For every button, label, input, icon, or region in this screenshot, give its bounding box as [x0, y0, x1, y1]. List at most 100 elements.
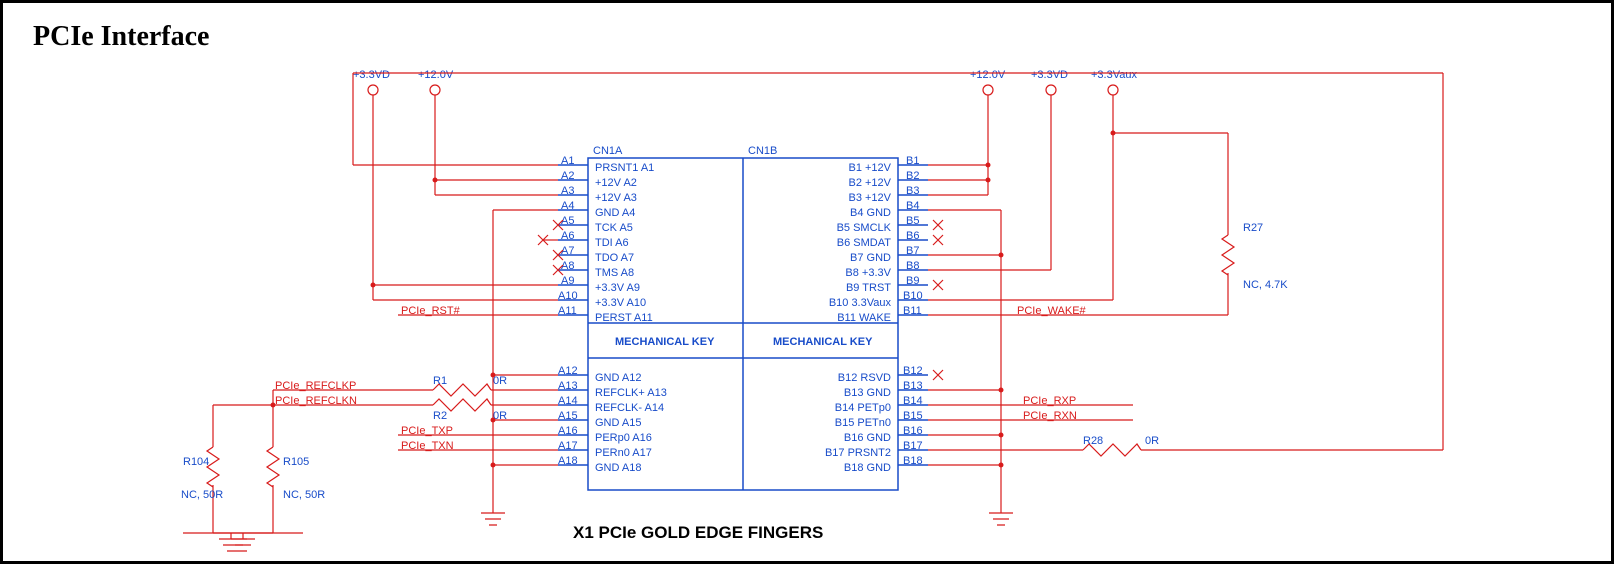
rail-v33dr: +3.3VD — [1031, 69, 1068, 81]
svg-text:A9: A9 — [561, 275, 574, 287]
svg-text:+12V A2: +12V A2 — [595, 177, 637, 189]
svg-text:0R: 0R — [1145, 435, 1159, 447]
svg-text:B9: B9 — [906, 275, 919, 287]
net-wake: PCIe_WAKE# — [1017, 305, 1087, 317]
svg-text:B6 SMDAT: B6 SMDAT — [837, 237, 891, 249]
svg-text:B9 TRST: B9 TRST — [846, 282, 891, 294]
mech-key-b: MECHANICAL KEY — [773, 336, 873, 348]
svg-text:NC, 4.7K: NC, 4.7K — [1243, 279, 1288, 291]
gnd-symbol-a — [481, 513, 505, 525]
svg-text:B11: B11 — [903, 305, 922, 317]
svg-text:A8: A8 — [561, 260, 574, 272]
svg-text:A13: A13 — [558, 380, 578, 392]
svg-text:A6: A6 — [561, 230, 574, 242]
svg-text:A17: A17 — [558, 440, 578, 452]
net-txn: PCIe_TXN — [401, 440, 454, 452]
svg-text:B15: B15 — [903, 410, 923, 422]
svg-text:+12V A3: +12V A3 — [595, 192, 637, 204]
svg-text:B3 +12V: B3 +12V — [848, 192, 891, 204]
svg-text:B15 PETn0: B15 PETn0 — [835, 417, 891, 429]
svg-text:A1: A1 — [561, 155, 574, 167]
r28-label: R28 — [1083, 435, 1103, 447]
svg-text:TDI A6: TDI A6 — [595, 237, 629, 249]
cn1b-label: CN1B — [748, 145, 777, 157]
svg-text:GND A12: GND A12 — [595, 372, 641, 384]
svg-text:B16: B16 — [903, 425, 923, 437]
svg-text:B16 GND: B16 GND — [844, 432, 891, 444]
gnd-symbol-b — [989, 513, 1013, 525]
net-txp: PCIe_TXP — [401, 425, 453, 437]
svg-text:B14 PETp0: B14 PETp0 — [835, 402, 891, 414]
svg-text:B8 +3.3V: B8 +3.3V — [845, 267, 891, 279]
svg-text:TMS A8: TMS A8 — [595, 267, 634, 279]
svg-text:B13: B13 — [903, 380, 923, 392]
svg-text:B4 GND: B4 GND — [850, 207, 891, 219]
svg-text:A2: A2 — [561, 170, 574, 182]
svg-text:B17 PRSNT2: B17 PRSNT2 — [825, 447, 891, 459]
svg-text:B5: B5 — [906, 215, 919, 227]
svg-text:A3: A3 — [561, 185, 574, 197]
svg-text:A16: A16 — [558, 425, 578, 437]
svg-text:+3.3V A10: +3.3V A10 — [595, 297, 646, 309]
net-refclkp: PCIe_REFCLKP — [275, 380, 356, 392]
svg-text:B3: B3 — [906, 185, 919, 197]
net-rst: PCIe_RST# — [401, 305, 461, 317]
svg-text:B7 GND: B7 GND — [850, 252, 891, 264]
mech-key-a: MECHANICAL KEY — [615, 336, 715, 348]
schematic-svg: +3.3VD +12.0V +12.0V +3.3VD +3.3Vaux CN1… — [3, 3, 1611, 561]
svg-text:GND A18: GND A18 — [595, 462, 641, 474]
svg-text:PRSNT1 A1: PRSNT1 A1 — [595, 162, 654, 174]
svg-text:PERn0 A17: PERn0 A17 — [595, 447, 652, 459]
net-rxn: PCIe_RXN — [1023, 410, 1077, 422]
svg-text:REFCLK+ A13: REFCLK+ A13 — [595, 387, 667, 399]
svg-text:B7: B7 — [906, 245, 919, 257]
svg-text:B5 SMCLK: B5 SMCLK — [837, 222, 892, 234]
svg-text:B18: B18 — [903, 455, 923, 467]
svg-text:A7: A7 — [561, 245, 574, 257]
svg-text:B11 WAKE: B11 WAKE — [837, 312, 891, 324]
svg-text:TCK A5: TCK A5 — [595, 222, 633, 234]
svg-text:B17: B17 — [903, 440, 923, 452]
svg-text:B2 +12V: B2 +12V — [848, 177, 891, 189]
rail-v12: +12.0V — [418, 69, 454, 81]
svg-text:NC, 50R: NC, 50R — [181, 489, 223, 501]
svg-text:B1: B1 — [906, 155, 919, 167]
r105-label: R105 — [283, 456, 309, 468]
svg-text:B6: B6 — [906, 230, 919, 242]
net-refclkn: PCIe_REFCLKN — [275, 395, 357, 407]
svg-text:B14: B14 — [903, 395, 923, 407]
rail-v12r: +12.0V — [970, 69, 1006, 81]
svg-text:B1 +12V: B1 +12V — [848, 162, 891, 174]
svg-text:B12 RSVD: B12 RSVD — [838, 372, 891, 384]
svg-text:B8: B8 — [906, 260, 919, 272]
r104-label: R104 — [183, 456, 209, 468]
rail-v33d: +3.3VD — [353, 69, 390, 81]
svg-text:0R: 0R — [493, 375, 507, 387]
svg-text:A12: A12 — [558, 365, 578, 377]
svg-text:B4: B4 — [906, 200, 919, 212]
svg-text:PERST A11: PERST A11 — [595, 312, 653, 324]
svg-text:+3.3V A9: +3.3V A9 — [595, 282, 640, 294]
svg-text:B10: B10 — [903, 290, 923, 302]
svg-text:A15: A15 — [558, 410, 578, 422]
r1-label: R1 — [433, 375, 447, 387]
svg-text:A14: A14 — [558, 395, 578, 407]
r105-symbol — [267, 447, 279, 487]
svg-text:REFCLK- A14: REFCLK- A14 — [595, 402, 664, 414]
svg-text:GND A15: GND A15 — [595, 417, 641, 429]
svg-text:A10: A10 — [558, 290, 578, 302]
svg-text:B10 3.3Vaux: B10 3.3Vaux — [829, 297, 892, 309]
svg-text:B12: B12 — [903, 365, 923, 377]
svg-text:GND A4: GND A4 — [595, 207, 635, 219]
svg-text:A18: A18 — [558, 455, 578, 467]
svg-text:NC, 50R: NC, 50R — [283, 489, 325, 501]
cn1a-label: CN1A — [593, 145, 623, 157]
svg-text:B2: B2 — [906, 170, 919, 182]
svg-text:A4: A4 — [561, 200, 574, 212]
net-rxp: PCIe_RXP — [1023, 395, 1076, 407]
rail-v33aux: +3.3Vaux — [1091, 69, 1137, 81]
r27-label: R27 — [1243, 222, 1263, 234]
svg-text:TDO A7: TDO A7 — [595, 252, 634, 264]
svg-text:A5: A5 — [561, 215, 574, 227]
svg-text:PERp0 A16: PERp0 A16 — [595, 432, 652, 444]
